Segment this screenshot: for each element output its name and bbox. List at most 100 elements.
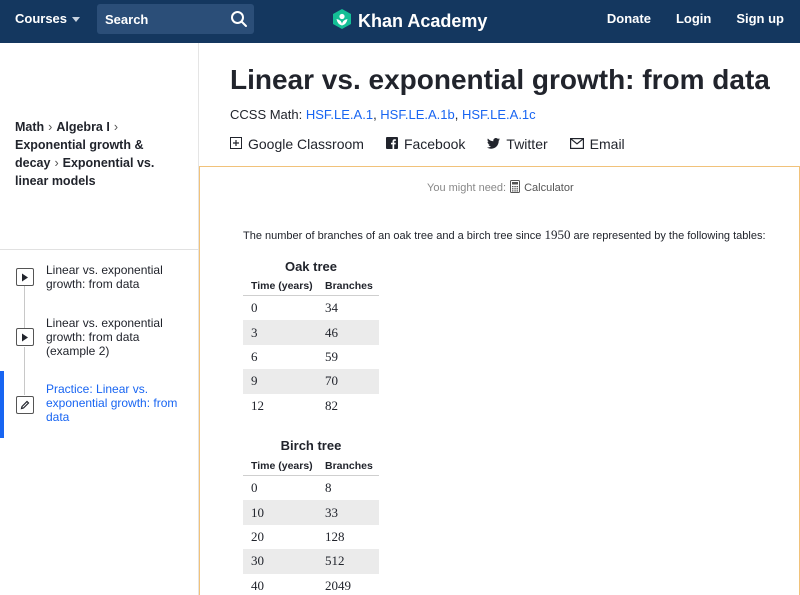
table-cell: 34: [325, 300, 338, 316]
table-header: Time (years) Branches: [243, 458, 379, 476]
table-cell: 20: [251, 528, 264, 544]
donate-link[interactable]: Donate: [607, 11, 651, 26]
table-cell: 0: [251, 300, 258, 316]
breadcrumb-item-math[interactable]: Math: [15, 120, 44, 134]
play-icon: [16, 268, 34, 286]
table-cell: 33: [325, 504, 338, 520]
courses-label: Courses: [15, 11, 68, 26]
facebook-label: Facebook: [403, 136, 466, 152]
sidebar-item-practice[interactable]: Practice: Linear vs. exponential growth:…: [0, 371, 199, 438]
table-body: 08 10 33 20 128 30 512 40 2049: [243, 476, 379, 595]
breadcrumb: Math › Algebra I › Exponential growth & deca…: [15, 118, 191, 190]
table-cell: 30: [251, 553, 264, 569]
oak-table-title: Oak tree: [284, 259, 338, 274]
site-logo[interactable]: Khan Academy: [332, 8, 487, 35]
tools-needed-label: You might need:: [427, 182, 507, 194]
brand-name: Khan Academy: [358, 11, 488, 31]
table-cell: 46: [325, 324, 338, 340]
chevron-right-icon: ›: [54, 156, 59, 170]
sidebar-item-label: Linear vs. exponential growth: from data…: [46, 316, 163, 358]
table-row: 9 70: [243, 369, 379, 394]
table-cell: 2049: [325, 577, 351, 593]
google-classroom-button[interactable]: Google Classroom: [230, 136, 364, 152]
problem-text-before: The number of branches of an oak tree an…: [243, 230, 545, 242]
table-cell: 12: [251, 397, 264, 413]
table-header: Time (years) Branches: [243, 278, 379, 296]
table-cell: 10: [251, 504, 264, 520]
google-classroom-label: Google Classroom: [248, 136, 364, 152]
table-cell: 9: [251, 373, 258, 389]
table-cell: 6: [251, 348, 258, 364]
ccss-link-2[interactable]: HSF.LE.A.1b: [380, 107, 454, 122]
khan-leaf-icon: [332, 8, 352, 35]
birch-table: Time (years) Branches 08 10 33 20 128 30 51…: [243, 458, 379, 595]
column-header-time: Time (years): [251, 280, 313, 292]
column-header-branches: Branches: [325, 280, 373, 292]
table-cell: 0: [251, 480, 258, 496]
ccss-prefix: CCSS Math:: [230, 107, 306, 122]
table-row: 20 128: [243, 525, 379, 549]
twitter-button[interactable]: Twitter: [487, 136, 548, 152]
table-row: 12 82: [243, 394, 379, 418]
table-cell: 59: [325, 348, 338, 364]
problem-statement: The number of branches of an oak tree an…: [243, 227, 766, 243]
sidebar-item-label: Linear vs. exponential growth: from data: [46, 263, 163, 291]
sidebar-item-video-2[interactable]: Linear vs. exponential growth: from data…: [0, 316, 199, 364]
oak-table: Time (years) Branches 0 34 3 46 6 59 9 70 12…: [243, 278, 379, 418]
table-row: 3 46: [243, 320, 379, 345]
search-icon[interactable]: [224, 4, 254, 34]
sidebar-divider: [0, 249, 199, 250]
chevron-down-icon: [72, 17, 81, 22]
table-row: 08: [243, 476, 379, 500]
email-icon: [569, 136, 584, 152]
problem-year: 1950: [544, 227, 571, 242]
table-row: 0 34: [243, 296, 379, 320]
twitter-label: Twitter: [506, 136, 548, 152]
ccss-link-3[interactable]: HSF.LE.A.1c: [462, 107, 536, 122]
calculator-icon[interactable]: [510, 180, 521, 196]
login-link[interactable]: Login: [676, 11, 711, 26]
table-cell: 128: [325, 528, 345, 544]
table-body: 0 34 3 46 6 59 9 70 12 82: [243, 296, 379, 418]
column-header-time: Time (years): [251, 460, 313, 472]
problem-text-after: are represented by the following tables:: [570, 230, 766, 242]
sidebar-item-video-1[interactable]: Linear vs. exponential growth: from data: [0, 263, 199, 303]
ccss-link-1[interactable]: HSF.LE.A.1: [306, 107, 373, 122]
table-cell: 70: [325, 373, 338, 389]
table-row: 10 33: [243, 500, 379, 525]
google-classroom-icon: [230, 136, 242, 152]
search-input[interactable]: Search: [97, 4, 254, 34]
birch-table-title: Birch tree: [280, 438, 342, 453]
table-row: 30 512: [243, 549, 379, 574]
table-cell: 40: [251, 577, 264, 593]
pencil-icon: [16, 396, 34, 414]
table-cell: 8: [325, 480, 332, 496]
column-header-branches: Branches: [325, 460, 373, 472]
table-row: 40 2049: [243, 574, 379, 595]
signup-link[interactable]: Sign up: [736, 11, 784, 26]
email-button[interactable]: Email: [569, 136, 625, 152]
chevron-right-icon: ›: [113, 120, 119, 134]
facebook-icon: [385, 136, 398, 152]
table-cell: 82: [325, 397, 338, 413]
table-cell: 512: [325, 553, 345, 569]
sidebar-item-label: Practice: Linear vs. exponential growth:…: [46, 382, 178, 424]
facebook-button[interactable]: Facebook: [385, 136, 466, 152]
table-cell: 3: [251, 324, 258, 340]
courses-menu[interactable]: Courses: [15, 11, 81, 26]
email-label: Email: [589, 136, 625, 152]
account-nav: Donate Login Sign up: [607, 11, 784, 26]
tools-needed: You might need: Calculator: [427, 180, 574, 196]
table-row: 6 59: [243, 345, 379, 369]
chevron-right-icon: ›: [48, 120, 53, 134]
search-placeholder: Search: [105, 11, 149, 27]
page-title: Linear vs. exponential growth: from data: [230, 64, 770, 95]
top-navbar: Courses Search Khan Academy Donate Login…: [0, 0, 800, 43]
twitter-icon: [487, 136, 501, 152]
active-indicator: [0, 371, 4, 438]
share-bar: Google Classroom Facebook Twitter Email: [230, 136, 625, 152]
calculator-link[interactable]: Calculator: [524, 182, 574, 194]
play-icon: [16, 328, 34, 346]
ccss-standards: CCSS Math: HSF.LE.A.1, HSF.LE.A.1b, HSF.…: [230, 107, 536, 122]
breadcrumb-item-algebra[interactable]: Algebra I: [56, 120, 110, 134]
